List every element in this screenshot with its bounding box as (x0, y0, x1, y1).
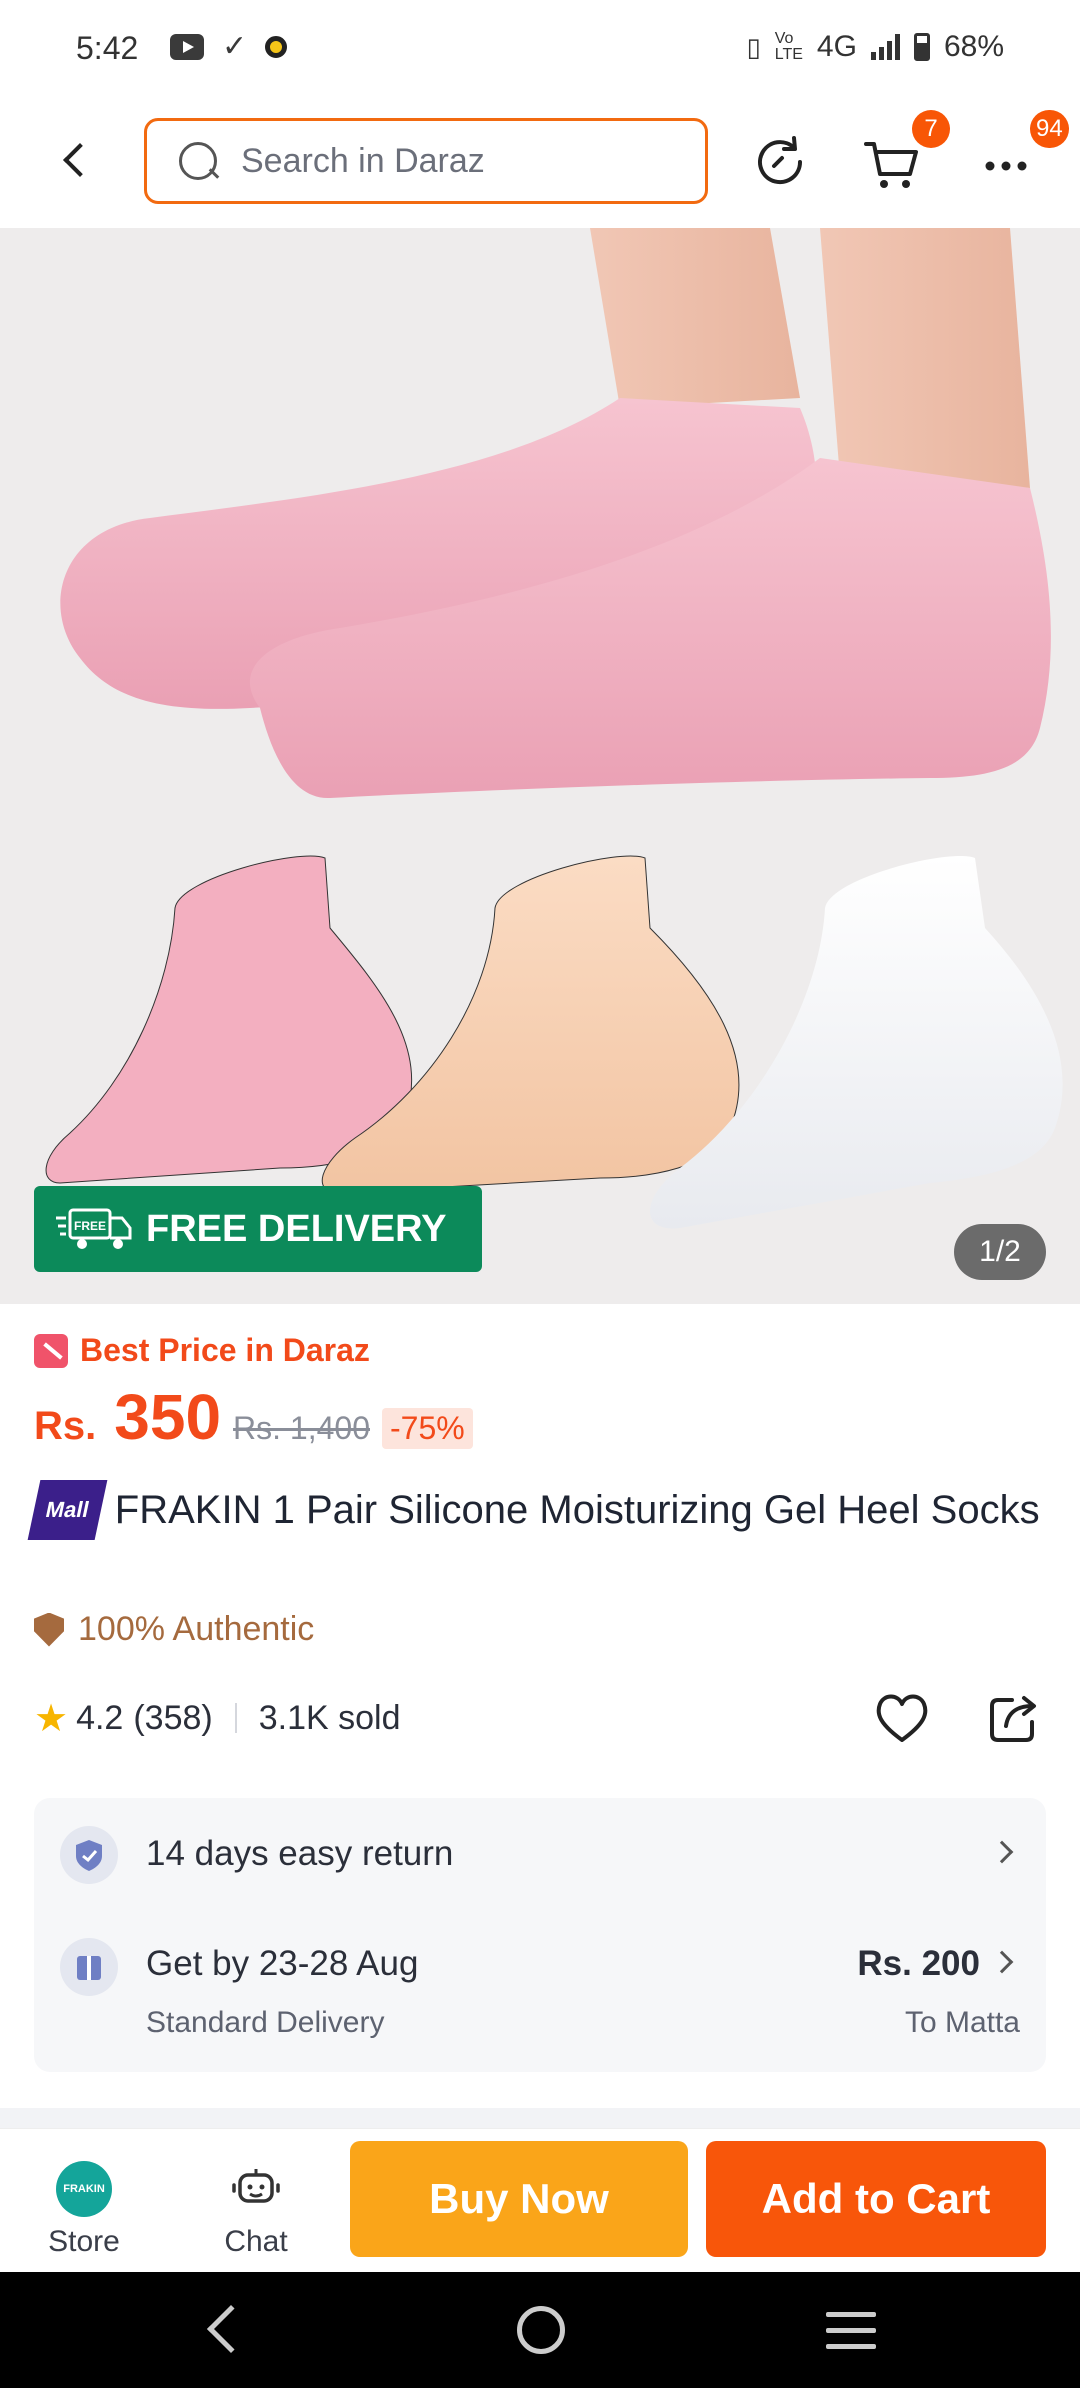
store-button[interactable]: FRAKIN Store (24, 2161, 144, 2259)
add-to-cart-button[interactable]: Add to Cart (706, 2141, 1046, 2257)
search-icon (177, 140, 219, 182)
price-currency: Rs. (34, 1404, 97, 1448)
download-done-icon: ✓ (222, 30, 248, 63)
return-policy-row[interactable]: 14 days easy return (34, 1798, 1046, 1908)
divider (234, 1703, 237, 1733)
cart-badge: 7 (912, 110, 950, 148)
delivery-fee: Rs. 200 (857, 1944, 980, 1983)
original-price: Rs. 1,400 (233, 1410, 370, 1446)
star-icon: ★ (34, 1697, 69, 1740)
wishlist-heart-icon[interactable] (870, 1686, 934, 1750)
status-system: ▯ Vo LTE 4G 68% (746, 30, 1004, 64)
product-title: Mall FRAKIN 1 Pair Silicone Moisturizing … (27, 1480, 1044, 1540)
best-price-badge: Best Price in Daraz (34, 1332, 370, 1369)
shield-icon (34, 1612, 64, 1647)
delivery-destination: To Matta (904, 2006, 1020, 2039)
nav-back-icon[interactable] (206, 2304, 256, 2354)
battery-icon (913, 33, 930, 61)
authentic-badge[interactable]: 100% Authentic (34, 1610, 314, 1649)
more-badge: 94 (1030, 110, 1069, 148)
network-type: 4G (816, 30, 857, 63)
nav-recents-icon[interactable] (826, 2312, 876, 2350)
section-divider (0, 2108, 1080, 2128)
return-shield-icon (60, 1826, 118, 1884)
system-nav-bar (0, 2272, 1080, 2388)
best-price-label: Best Price in Daraz (80, 1332, 370, 1368)
authentic-label: 100% Authentic (78, 1610, 315, 1648)
battery-percent: 68% (943, 30, 1004, 63)
discount-badge: -75% (382, 1408, 473, 1449)
top-header: Search in Daraz 7 94 (0, 100, 1080, 228)
rating-row: ★ 4.2 (358) 3.1K sold (34, 1690, 1046, 1746)
chevron-right-icon (990, 1950, 1014, 1974)
status-notifications: ✓ (170, 30, 288, 63)
price-tag-icon (34, 1333, 68, 1368)
bottom-action-bar: FRAKIN Store Chat Buy Now Add to Cart (0, 2128, 1080, 2272)
chat-bot-icon (228, 2161, 284, 2217)
chat-label: Chat (224, 2225, 288, 2258)
package-icon (60, 1938, 118, 1996)
delivery-type: Standard Delivery (146, 2006, 385, 2039)
volte-icon: Vo LTE (774, 30, 803, 63)
free-icon-text: FREE (74, 1219, 106, 1233)
price-row: Rs. 350 Rs. 1,400 -75% (34, 1380, 473, 1454)
chat-button[interactable]: Chat (196, 2161, 316, 2259)
review-count[interactable]: (358) (133, 1699, 212, 1738)
app-dot-icon (265, 36, 288, 58)
cart-icon[interactable]: 7 (860, 110, 950, 194)
share-icon[interactable] (982, 1686, 1046, 1750)
vibrate-icon: ▯ (746, 31, 761, 62)
history-icon[interactable] (748, 130, 812, 194)
rating-value[interactable]: 4.2 (76, 1699, 123, 1738)
back-icon[interactable] (50, 136, 100, 186)
more-icon[interactable]: 94 (978, 110, 1069, 194)
delivery-truck-icon: FREE (54, 1206, 134, 1252)
buy-now-button[interactable]: Buy Now (350, 2141, 688, 2257)
signal-icon (870, 34, 900, 60)
status-time: 5:42 (76, 30, 139, 66)
delivery-row[interactable]: Get by 23-28 Aug Standard Delivery Rs. 2… (34, 1908, 1046, 2072)
delivery-date: Get by 23-28 Aug (146, 1944, 419, 1983)
image-counter: 1/2 (954, 1224, 1046, 1280)
mall-badge: Mall (27, 1480, 108, 1540)
search-placeholder: Search in Daraz (241, 141, 485, 180)
status-bar: 5:42 ✓ ▯ Vo LTE 4G 68% (0, 0, 1080, 100)
free-delivery-label: FREE DELIVERY (146, 1207, 447, 1250)
product-image-gallery[interactable]: FREE FREE DELIVERY 1/2 (0, 228, 1080, 1304)
return-policy-label: 14 days easy return (146, 1834, 454, 1873)
product-image (0, 228, 1080, 1304)
nav-home-icon[interactable] (517, 2306, 565, 2354)
price-value: 350 (114, 1381, 222, 1453)
product-title-text: FRAKIN 1 Pair Silicone Moisturizing Gel … (114, 1488, 1040, 1532)
delivery-info-card: 14 days easy return Get by 23-28 Aug Sta… (34, 1798, 1046, 2072)
search-input[interactable]: Search in Daraz (144, 118, 708, 204)
store-logo: FRAKIN (56, 2161, 112, 2217)
free-delivery-badge: FREE FREE DELIVERY (34, 1186, 482, 1272)
sold-count: 3.1K sold (258, 1698, 401, 1737)
store-label: Store (48, 2225, 120, 2258)
youtube-icon (170, 34, 204, 60)
chevron-right-icon (990, 1840, 1014, 1864)
